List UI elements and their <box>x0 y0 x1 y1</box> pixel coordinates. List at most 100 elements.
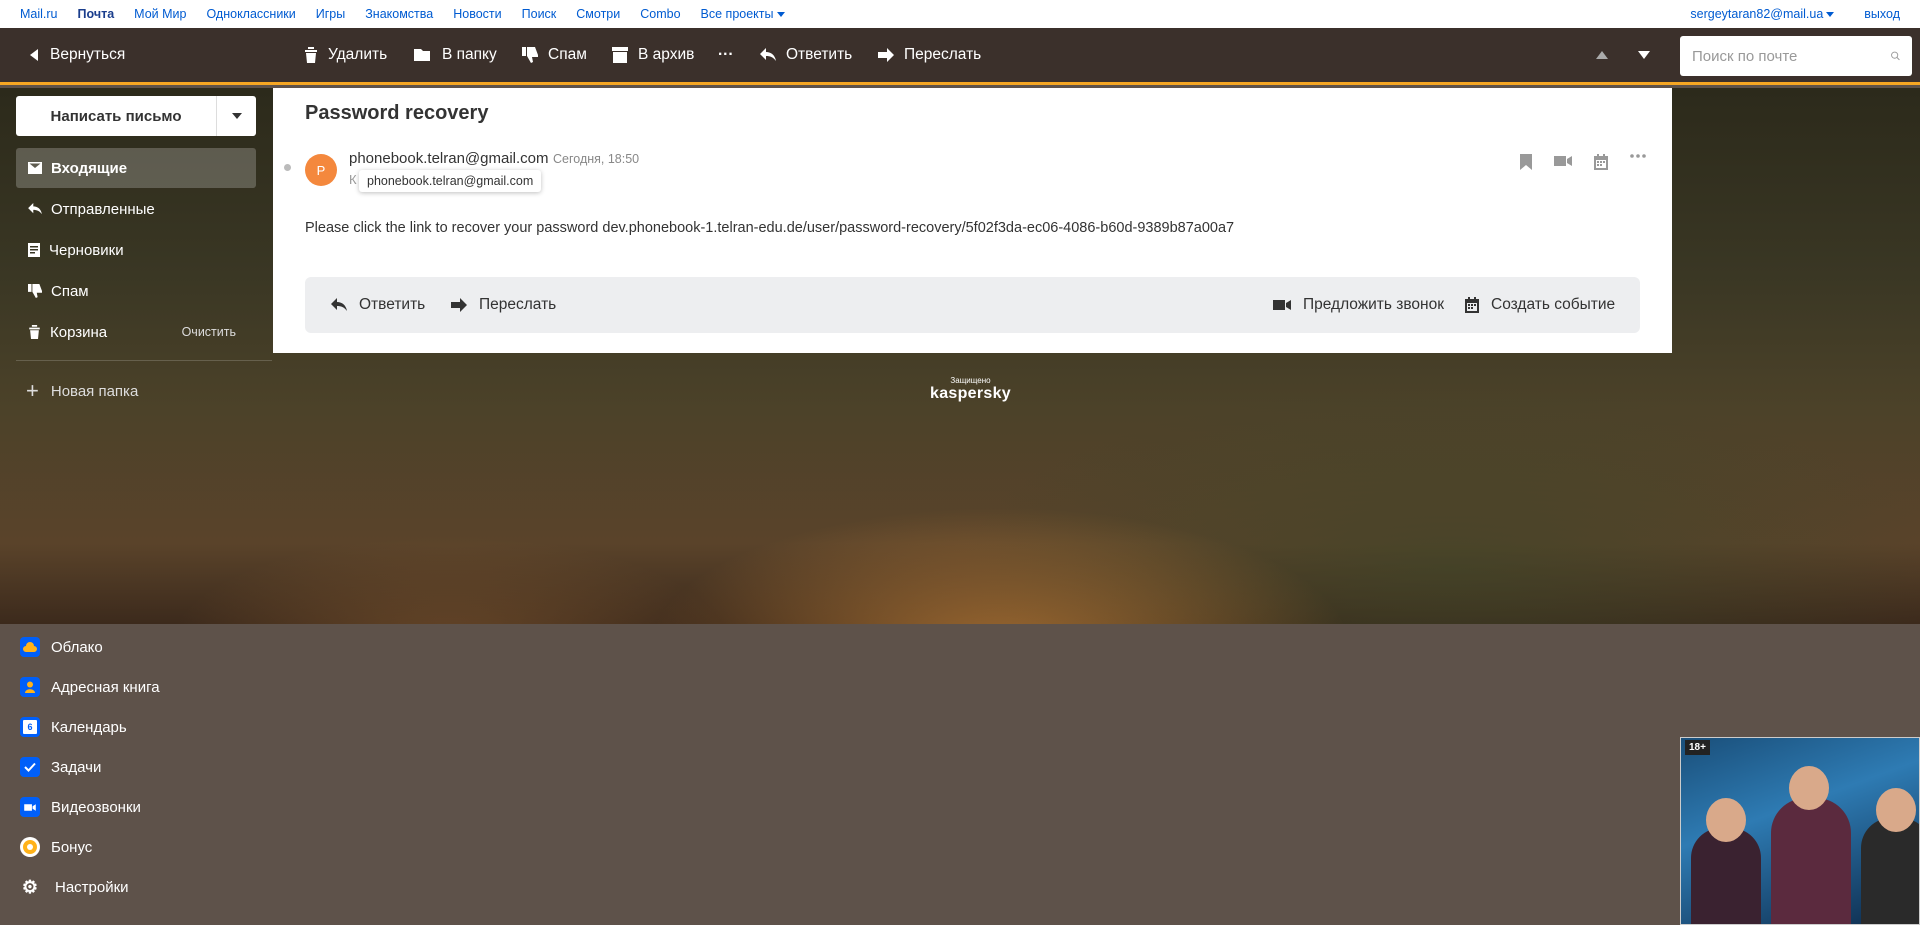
ad-figure <box>1861 818 1919 924</box>
ad-figure <box>1691 828 1761 924</box>
chevron-down-icon <box>231 113 242 119</box>
portal-link-mailru[interactable]: Mail.ru <box>20 7 58 21</box>
sidebar-item-drafts[interactable]: Черновики <box>16 230 256 270</box>
create-event-button[interactable]: Создать событие <box>1465 277 1615 333</box>
app-cloud[interactable]: Облако <box>20 632 103 662</box>
trash-icon <box>305 47 317 63</box>
video-camera-icon[interactable] <box>1554 154 1572 168</box>
sidebar-item-spam[interactable]: Спам <box>16 271 256 311</box>
previous-message-button[interactable] <box>1596 28 1618 82</box>
message-actions <box>1520 154 1646 170</box>
archive-icon <box>612 47 628 63</box>
app-calendar[interactable]: 6 Календарь <box>20 712 127 742</box>
app-tasks[interactable]: Задачи <box>20 752 101 782</box>
sidebar-item-sent[interactable]: Отправленные <box>16 189 256 229</box>
triangle-up-icon <box>1596 51 1608 59</box>
trash-icon <box>29 325 40 339</box>
triangle-down-icon <box>1638 51 1650 59</box>
delete-button[interactable]: Удалить <box>304 28 387 82</box>
advertisement-banner[interactable]: 18+ <box>1680 737 1920 925</box>
compose-dropdown-button[interactable] <box>216 96 256 136</box>
thumbs-down-icon <box>28 284 42 298</box>
recipient-prefix: К <box>349 172 357 187</box>
search-icon[interactable] <box>1891 48 1900 64</box>
logout-link[interactable]: выход <box>1864 7 1900 21</box>
spam-button[interactable]: Спам <box>522 28 587 82</box>
chevron-down-icon <box>776 12 785 18</box>
plus-icon: + <box>26 378 39 403</box>
sent-icon <box>28 203 42 215</box>
gear-icon: ⚙ <box>21 876 39 897</box>
portal-link-all-projects[interactable]: Все проекты <box>701 7 785 21</box>
reply-icon <box>331 298 347 311</box>
portal-link-watch[interactable]: Смотри <box>576 7 620 21</box>
portal-link-my-world[interactable]: Мой Мир <box>134 7 186 21</box>
draft-icon <box>28 243 40 257</box>
apps-panel: Облако Адресная книга 6 Календарь Задачи… <box>0 624 1920 925</box>
portal-link-news[interactable]: Новости <box>453 7 501 21</box>
more-dots-icon[interactable] <box>1630 154 1646 158</box>
portal-link-combo[interactable]: Combo <box>640 7 680 21</box>
reply-icon <box>760 48 776 61</box>
app-address-book[interactable]: Адресная книга <box>20 672 160 702</box>
reply-button[interactable]: Ответить <box>760 28 852 82</box>
contact-icon <box>20 677 40 697</box>
thumbs-down-icon <box>522 47 538 63</box>
sender-avatar[interactable]: P <box>305 154 337 186</box>
forward-button[interactable]: Переслать <box>878 28 981 82</box>
app-settings[interactable]: ⚙ Настройки <box>20 872 129 902</box>
unread-dot[interactable] <box>284 164 291 171</box>
suggest-call-button[interactable]: Предложить звонок <box>1273 277 1444 333</box>
compose-control: Написать письмо <box>16 96 256 136</box>
calendar-icon <box>1465 297 1479 313</box>
video-camera-icon <box>1273 300 1291 310</box>
portal-link-dating[interactable]: Знакомства <box>365 7 433 21</box>
sender-email[interactable]: phonebook.telran@gmail.com <box>349 150 549 167</box>
user-email-menu[interactable]: sergeytaran82@mail.ua <box>1690 7 1835 21</box>
portal-bar: Mail.ru Почта Мой Мир Одноклассники Игры… <box>0 0 1920 28</box>
forward-icon <box>451 298 467 312</box>
sender-tooltip: phonebook.telran@gmail.com <box>359 170 542 192</box>
calendar-icon[interactable] <box>1594 154 1608 170</box>
message-date: Сегодня, 18:50 <box>553 152 640 166</box>
sidebar-item-inbox[interactable]: Входящие <box>16 148 256 188</box>
search-input[interactable] <box>1692 47 1891 65</box>
clear-trash-button[interactable]: Очистить <box>182 325 236 339</box>
sidebar-item-trash[interactable]: Корзина Очистить <box>16 312 256 352</box>
message-card: Password recovery P phonebook.telran@gma… <box>273 88 1672 353</box>
message-body: Please click the link to recover your pa… <box>305 220 1235 236</box>
kaspersky-logo: kaspersky <box>930 385 1011 402</box>
ad-face <box>1789 766 1829 810</box>
move-to-folder-button[interactable]: В папку <box>414 28 497 82</box>
ad-face <box>1876 788 1916 832</box>
portal-link-games[interactable]: Игры <box>316 7 345 21</box>
age-rating-badge: 18+ <box>1685 740 1710 755</box>
user-area: sergeytaran82@mail.ua выход <box>1660 0 1900 28</box>
ad-figure <box>1771 798 1851 924</box>
more-dots-icon: ··· <box>718 46 734 63</box>
ad-face <box>1706 798 1746 842</box>
quick-forward-button[interactable]: Переслать <box>451 277 556 333</box>
cloud-icon <box>20 637 40 657</box>
sidebar-divider <box>16 360 272 361</box>
calendar-icon: 6 <box>20 717 40 737</box>
chevron-down-icon <box>1826 12 1835 18</box>
portal-link-mail[interactable]: Почта <box>78 7 115 21</box>
bookmark-icon[interactable] <box>1520 154 1532 170</box>
quick-reply-button[interactable]: Ответить <box>331 277 425 333</box>
app-video-calls[interactable]: Видеозвонки <box>20 792 141 822</box>
app-bonus[interactable]: Бонус <box>20 832 92 862</box>
forward-icon <box>878 48 894 62</box>
more-button[interactable]: ··· <box>718 28 734 82</box>
back-button[interactable]: Вернуться <box>30 28 125 82</box>
compose-button[interactable]: Написать письмо <box>16 96 216 136</box>
archive-button[interactable]: В архив <box>612 28 694 82</box>
kaspersky-badge[interactable]: Защищено kaspersky <box>930 376 1011 403</box>
portal-link-ok[interactable]: Одноклассники <box>206 7 295 21</box>
new-folder-button[interactable]: + Новая папка <box>26 378 138 404</box>
message-toolbar: Вернуться Удалить В папку Спам В архив ·… <box>0 28 1920 85</box>
next-message-button[interactable] <box>1638 28 1660 82</box>
inbox-icon <box>28 162 42 174</box>
portal-link-search[interactable]: Поиск <box>522 7 557 21</box>
quick-reply-bar: Ответить Переслать Предложить звонок Соз… <box>305 277 1640 333</box>
